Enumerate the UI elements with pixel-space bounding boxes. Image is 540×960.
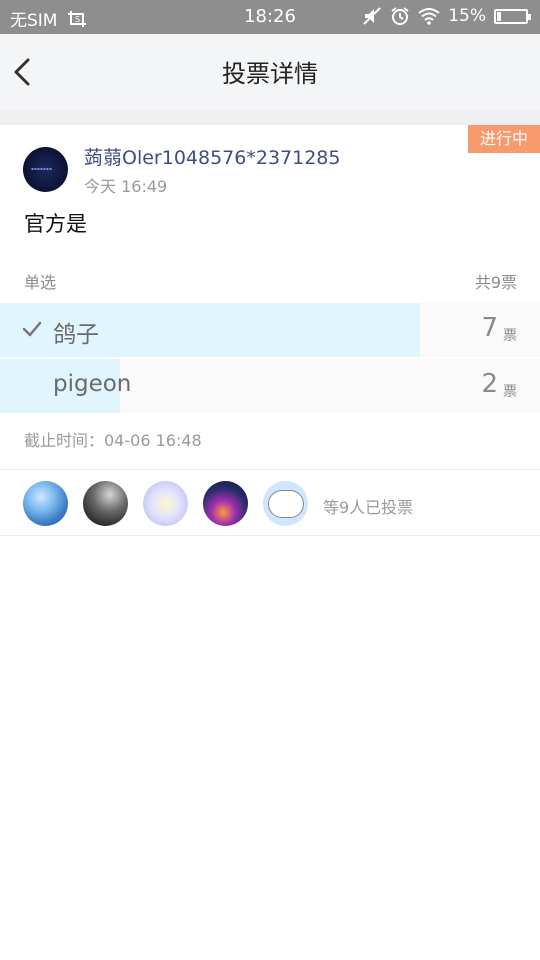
status-badge: 进行中 xyxy=(465,125,540,153)
deadline-text: 截止时间：04-06 16:48 xyxy=(24,431,202,450)
alarm-icon xyxy=(391,7,409,25)
status-bar: 无SIM S 18:26 15% xyxy=(0,0,540,34)
option-label: pigeon xyxy=(53,371,132,397)
avatar-art: ▪▪▪▪▪▪▪ xyxy=(31,166,53,171)
cloud-icon xyxy=(268,490,304,518)
voter-avatar[interactable] xyxy=(23,481,68,526)
page-title: 投票详情 xyxy=(222,60,318,88)
voter-avatar[interactable] xyxy=(143,481,188,526)
author-name[interactable]: 蒟蒻Oler1048576*2371285 xyxy=(84,143,340,170)
option-label: 鸽子 xyxy=(53,322,99,348)
vote-total-count: 共9票 xyxy=(474,273,517,292)
battery-percent: 15% xyxy=(448,6,486,26)
vote-option-pigeon-en[interactable]: pigeon 2 票 xyxy=(0,359,540,413)
post-time: 今天 16:49 xyxy=(84,177,168,196)
vote-card: 进行中 ▪▪▪▪▪▪▪ 蒟蒻Oler1048576*2371285 今天 16:… xyxy=(0,125,540,470)
mute-icon xyxy=(363,7,381,25)
option-vote-count: 2 xyxy=(481,369,498,399)
battery-fill xyxy=(497,11,502,21)
check-icon xyxy=(22,321,42,337)
option-vote-unit: 票 xyxy=(503,384,517,400)
voters-summary: 等9人已投票 xyxy=(323,498,414,517)
author-avatar[interactable]: ▪▪▪▪▪▪▪ xyxy=(23,147,68,192)
voter-avatar[interactable] xyxy=(203,481,248,526)
option-vote-unit: 票 xyxy=(503,328,517,344)
voter-avatar[interactable] xyxy=(83,481,128,526)
wifi-icon xyxy=(418,8,440,25)
voter-avatar[interactable] xyxy=(263,481,308,526)
vote-option-pigeon-zh[interactable]: 鸽子 7 票 xyxy=(0,303,540,357)
battery-icon xyxy=(494,8,531,24)
option-vote-count: 7 xyxy=(481,313,498,343)
status-right: 15% xyxy=(362,6,531,26)
vote-question: 官方是 xyxy=(24,212,87,236)
section-divider xyxy=(0,110,540,125)
nav-bar: 投票详情 xyxy=(0,34,540,110)
voters-row[interactable]: 等9人已投票 xyxy=(0,470,540,535)
vote-type-label: 单选 xyxy=(24,273,57,292)
divider-line xyxy=(0,535,540,536)
